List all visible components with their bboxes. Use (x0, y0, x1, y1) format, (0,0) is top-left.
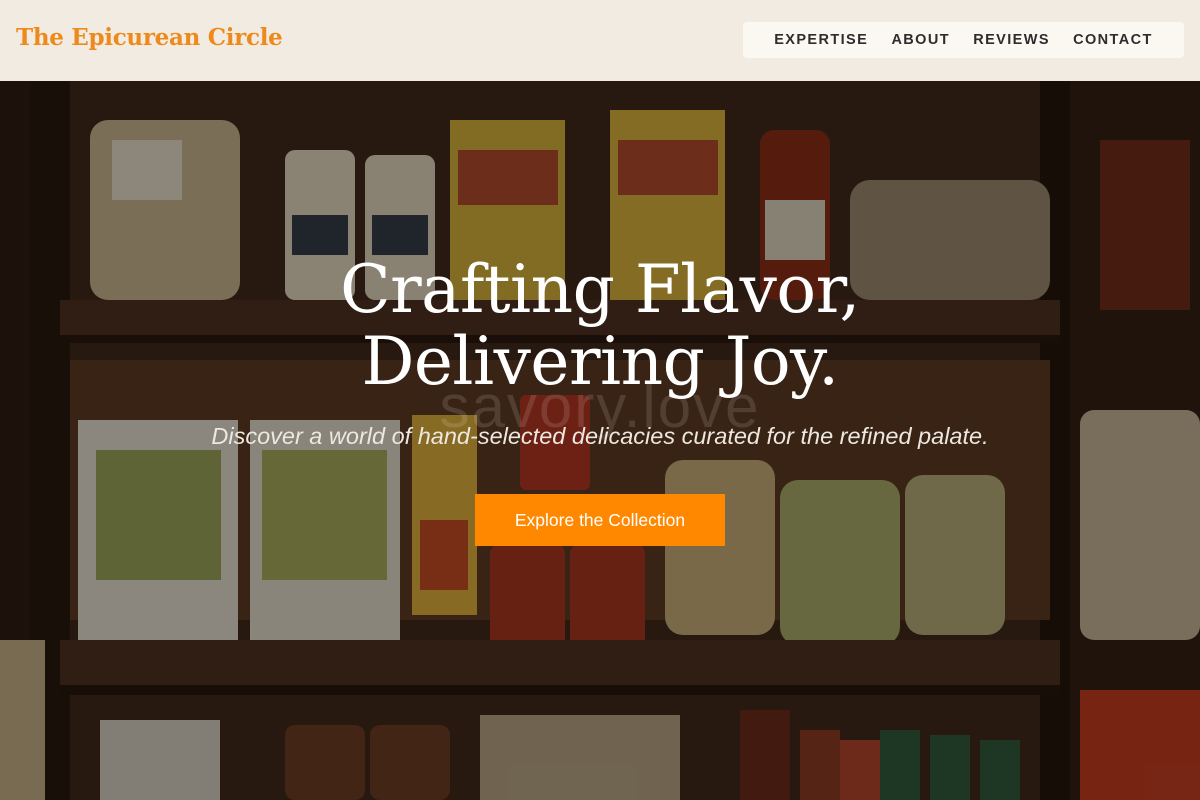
hero-subtitle: Discover a world of hand-selected delica… (211, 423, 989, 449)
nav-item-contact[interactable]: CONTACT (1073, 32, 1153, 48)
nav-item-reviews[interactable]: REVIEWS (973, 32, 1050, 48)
brand-logo[interactable]: The Epicurean Circle (16, 24, 283, 51)
hero-title-line-1: Crafting Flavor, (340, 251, 860, 328)
nav-item-about[interactable]: ABOUT (891, 32, 950, 48)
main-nav: EXPERTISE ABOUT REVIEWS CONTACT (743, 22, 1184, 58)
site-header: The Epicurean Circle EXPERTISE ABOUT REV… (0, 0, 1200, 81)
explore-collection-button[interactable]: Explore the Collection (475, 494, 725, 546)
nav-item-expertise[interactable]: EXPERTISE (774, 32, 868, 48)
